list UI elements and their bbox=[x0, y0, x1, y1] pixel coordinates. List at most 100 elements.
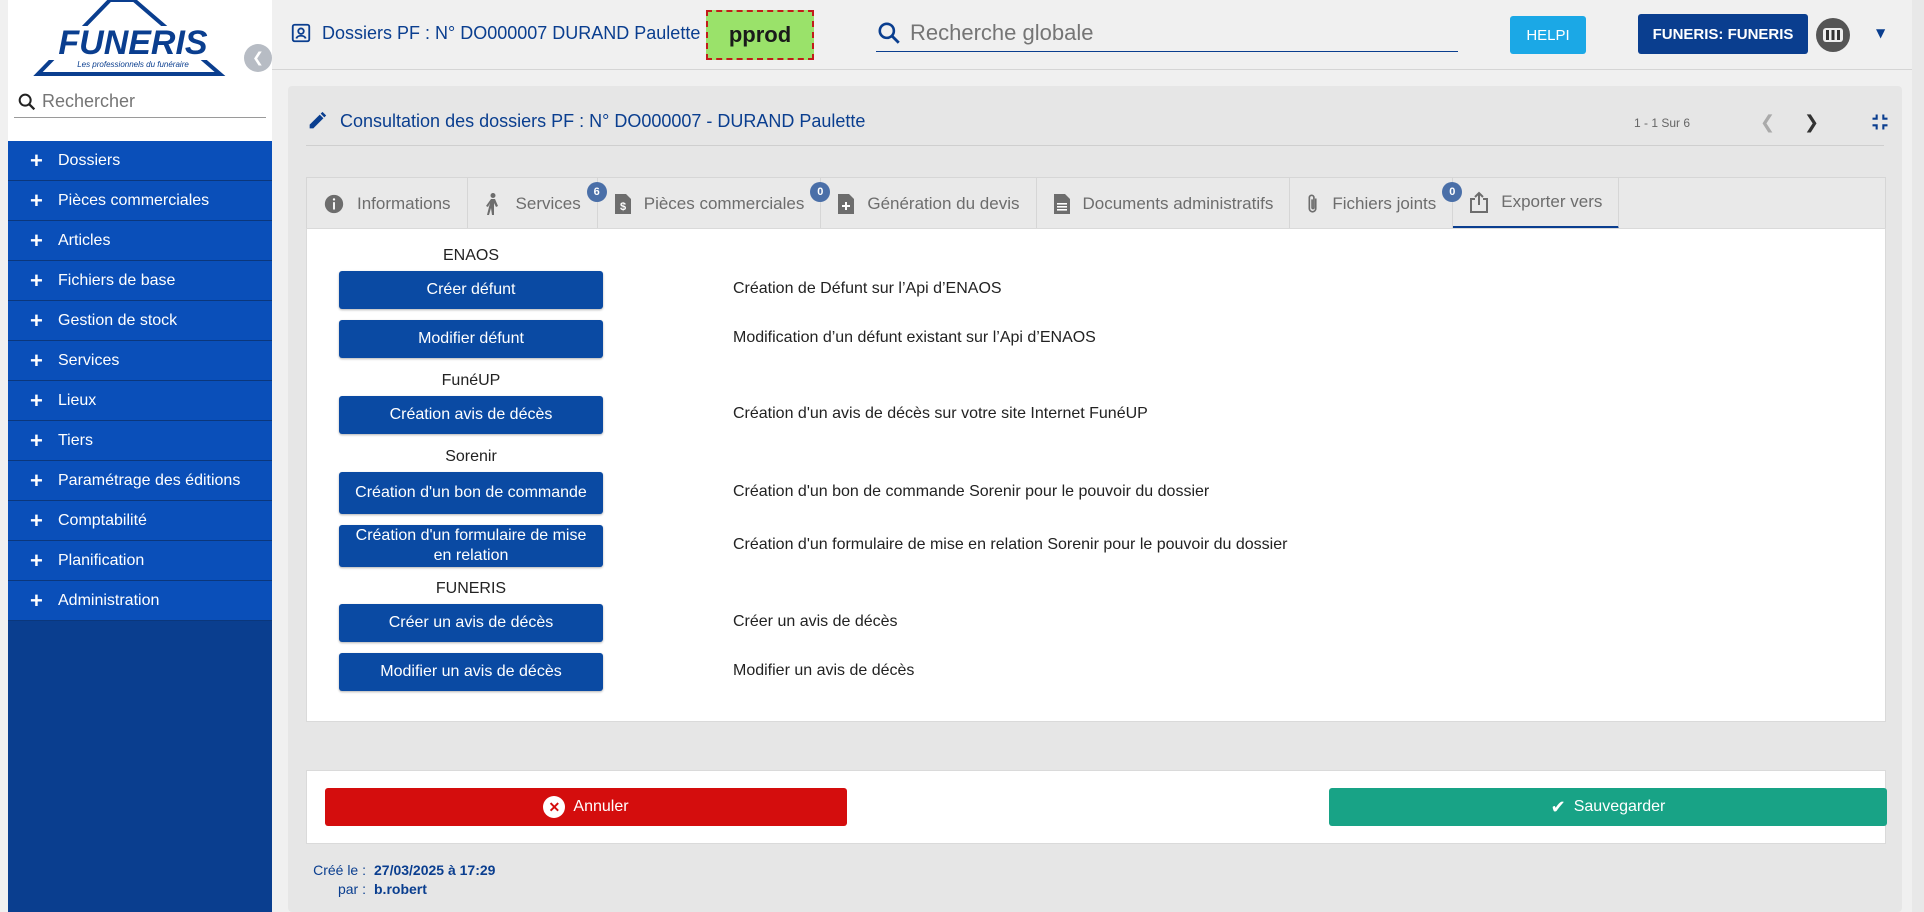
tab-label: Documents administratifs bbox=[1082, 193, 1274, 213]
sidebar-header: FUNERIS Les professionnels du funéraire … bbox=[8, 0, 272, 141]
sidebar-item-comptabilite[interactable]: + Comptabilité bbox=[8, 501, 272, 541]
plus-icon: + bbox=[30, 587, 43, 613]
edit-pencil-icon bbox=[309, 111, 327, 129]
page-scrollbar[interactable] bbox=[1912, 0, 1924, 912]
breadcrumb[interactable]: Dossiers PF : N° DO000007 DURAND Paulett… bbox=[290, 22, 700, 44]
save-button[interactable]: ✔ Sauvegarder bbox=[1329, 788, 1887, 826]
logo-graphic: FUNERIS Les professionnels du funéraire bbox=[33, 0, 232, 76]
sidebar-item-administration[interactable]: + Administration bbox=[8, 581, 272, 621]
contact-card-icon bbox=[291, 23, 311, 43]
app-root: FUNERIS Les professionnels du funéraire … bbox=[0, 0, 1924, 912]
sidebar-item-articles[interactable]: + Articles bbox=[8, 221, 272, 261]
created-label: Créé le : bbox=[313, 862, 366, 878]
sidebar-item-services[interactable]: + Services bbox=[8, 341, 272, 381]
formulaire-mise-en-relation-button[interactable]: Création d'un formulaire de mise en rela… bbox=[339, 525, 603, 567]
sidebar-item-label: Services bbox=[58, 351, 120, 369]
document-icon bbox=[1053, 193, 1070, 214]
fullscreen-exit-icon[interactable] bbox=[1870, 112, 1890, 132]
sidebar: FUNERIS Les professionnels du funéraire … bbox=[8, 0, 272, 912]
formulaire-mise-en-relation-description: Création d'un formulaire de mise en rela… bbox=[733, 536, 1288, 553]
sidebar-item-label: Dossiers bbox=[58, 151, 121, 169]
help-button[interactable]: HELPI bbox=[1510, 16, 1586, 54]
tab-label: Informations bbox=[357, 193, 451, 213]
tab-exporter-vers[interactable]: Exporter vers bbox=[1453, 178, 1620, 229]
creer-defunt-button[interactable]: Créer défunt bbox=[339, 271, 603, 309]
sidebar-collapse-button[interactable]: ❮ bbox=[244, 44, 272, 72]
save-button-label: Sauvegarder bbox=[1573, 798, 1666, 815]
modifier-avis-deces-button[interactable]: Modifier un avis de décès bbox=[339, 653, 603, 691]
page-title-text: Consultation des dossiers PF : N° DO0000… bbox=[340, 110, 866, 131]
user-avatar-icon bbox=[1823, 28, 1843, 42]
sidebar-item-tiers[interactable]: + Tiers bbox=[8, 421, 272, 461]
section-label-funeup: FunéUP bbox=[441, 372, 501, 389]
tab-fichiers-joints[interactable]: Fichiers joints 0 bbox=[1290, 178, 1463, 229]
environment-badge: pprod bbox=[706, 10, 814, 60]
chevron-right-icon[interactable]: ❯ bbox=[1804, 112, 1819, 133]
sidebar-item-fichiers-de-base[interactable]: + Fichiers de base bbox=[8, 261, 272, 301]
sidebar-item-pieces-commerciales[interactable]: + Pièces commerciales bbox=[8, 181, 272, 221]
file-plus-icon bbox=[838, 193, 855, 214]
tab-services[interactable]: Services 6 bbox=[468, 178, 607, 229]
plus-icon: + bbox=[30, 467, 43, 493]
global-search-input[interactable] bbox=[910, 19, 1450, 46]
company-selector-button[interactable]: FUNERIS: FUNERIS bbox=[1638, 14, 1808, 54]
person-icon bbox=[485, 192, 498, 215]
modifier-defunt-description: Modification d’un défunt existant sur l’… bbox=[733, 329, 1096, 346]
tab-generation-devis[interactable]: Génération du devis bbox=[821, 178, 1037, 229]
sidebar-item-planification[interactable]: + Planification bbox=[8, 541, 272, 581]
tab-label: Fichiers joints bbox=[1332, 193, 1437, 213]
sidebar-item-label: Lieux bbox=[58, 391, 97, 409]
modifier-avis-deces-description: Modifier un avis de décès bbox=[733, 662, 915, 679]
tab-informations[interactable]: Informations bbox=[307, 178, 468, 229]
chevron-left-icon: ❮ bbox=[252, 50, 264, 66]
sidebar-search-input[interactable] bbox=[42, 91, 262, 112]
avatar[interactable] bbox=[1816, 18, 1850, 52]
sidebar-item-dossiers[interactable]: + Dossiers bbox=[8, 141, 272, 181]
creer-defunt-description: Création de Défunt sur l’Api d’ENAOS bbox=[733, 280, 1002, 297]
tab-documents-administratifs[interactable]: Documents administratifs bbox=[1037, 178, 1291, 229]
sidebar-item-label: Comptabilité bbox=[58, 511, 147, 529]
logo-tagline: Les professionnels du funéraire bbox=[77, 60, 189, 69]
topbar: Dossiers PF : N° DO000007 DURAND Paulett… bbox=[272, 0, 1924, 70]
record-pager-text: 1 - 1 Sur 6 bbox=[1634, 116, 1691, 130]
sidebar-item-label: Fichiers de base bbox=[58, 271, 176, 289]
main-panel: Consultation des dossiers PF : N° DO0000… bbox=[288, 86, 1902, 912]
sidebar-item-gestion-de-stock[interactable]: + Gestion de stock bbox=[8, 301, 272, 341]
sidebar-menu: + Dossiers + Pièces commerciales + Articles… bbox=[8, 141, 272, 621]
plus-icon: + bbox=[30, 307, 43, 333]
plus-icon: + bbox=[30, 267, 43, 293]
plus-icon: + bbox=[30, 387, 43, 413]
tab-bar: Informations Services 6 $ Pièces commerc… bbox=[306, 177, 1886, 229]
search-icon bbox=[878, 21, 900, 44]
search-icon bbox=[18, 93, 36, 110]
created-by-value: b.robert bbox=[374, 881, 427, 897]
creer-avis-deces-button[interactable]: Créer un avis de décès bbox=[339, 604, 603, 642]
invoice-icon: $ bbox=[614, 193, 631, 214]
plus-icon: + bbox=[30, 187, 43, 213]
bon-de-commande-button[interactable]: Création d'un bon de commande bbox=[339, 472, 603, 514]
info-icon bbox=[324, 194, 344, 213]
export-icon bbox=[1470, 191, 1489, 213]
modifier-defunt-button[interactable]: Modifier défunt bbox=[339, 320, 603, 358]
plus-icon: + bbox=[30, 547, 43, 573]
section-label-funeris: FUNERIS bbox=[435, 580, 507, 597]
chevron-down-icon[interactable]: ▼ bbox=[1876, 26, 1890, 40]
tab-pieces-commerciales[interactable]: $ Pièces commerciales 0 bbox=[598, 178, 831, 229]
sidebar-item-label: Pièces commerciales bbox=[58, 191, 210, 209]
cancel-button[interactable]: ✕ Annuler bbox=[325, 788, 847, 826]
creer-avis-deces-description: Créer un avis de décès bbox=[733, 613, 898, 630]
sidebar-item-lieux[interactable]: + Lieux bbox=[8, 381, 272, 421]
form-actions-bar: ✕ Annuler ✔ Sauvegarder bbox=[306, 770, 1887, 844]
tab-label: Services bbox=[515, 193, 581, 213]
creation-avis-deces-button[interactable]: Création avis de décès bbox=[339, 396, 603, 434]
sidebar-item-label: Gestion de stock bbox=[58, 311, 178, 329]
section-label-enaos: ENAOS bbox=[442, 247, 499, 264]
tab-label: Génération du devis bbox=[867, 193, 1020, 213]
chevron-left-icon[interactable]: ❮ bbox=[1760, 112, 1775, 133]
sidebar-item-parametrage-editions[interactable]: + Paramétrage des éditions bbox=[8, 461, 272, 501]
funeris-logo[interactable]: FUNERIS Les professionnels du funéraire bbox=[30, 0, 236, 76]
close-circle-icon: ✕ bbox=[543, 796, 566, 818]
export-content: ENAOS Créer défunt Création de Défunt su… bbox=[306, 228, 1886, 722]
page-title: Consultation des dossiers PF : N° DO0000… bbox=[306, 110, 865, 132]
sidebar-item-label: Tiers bbox=[58, 431, 93, 449]
